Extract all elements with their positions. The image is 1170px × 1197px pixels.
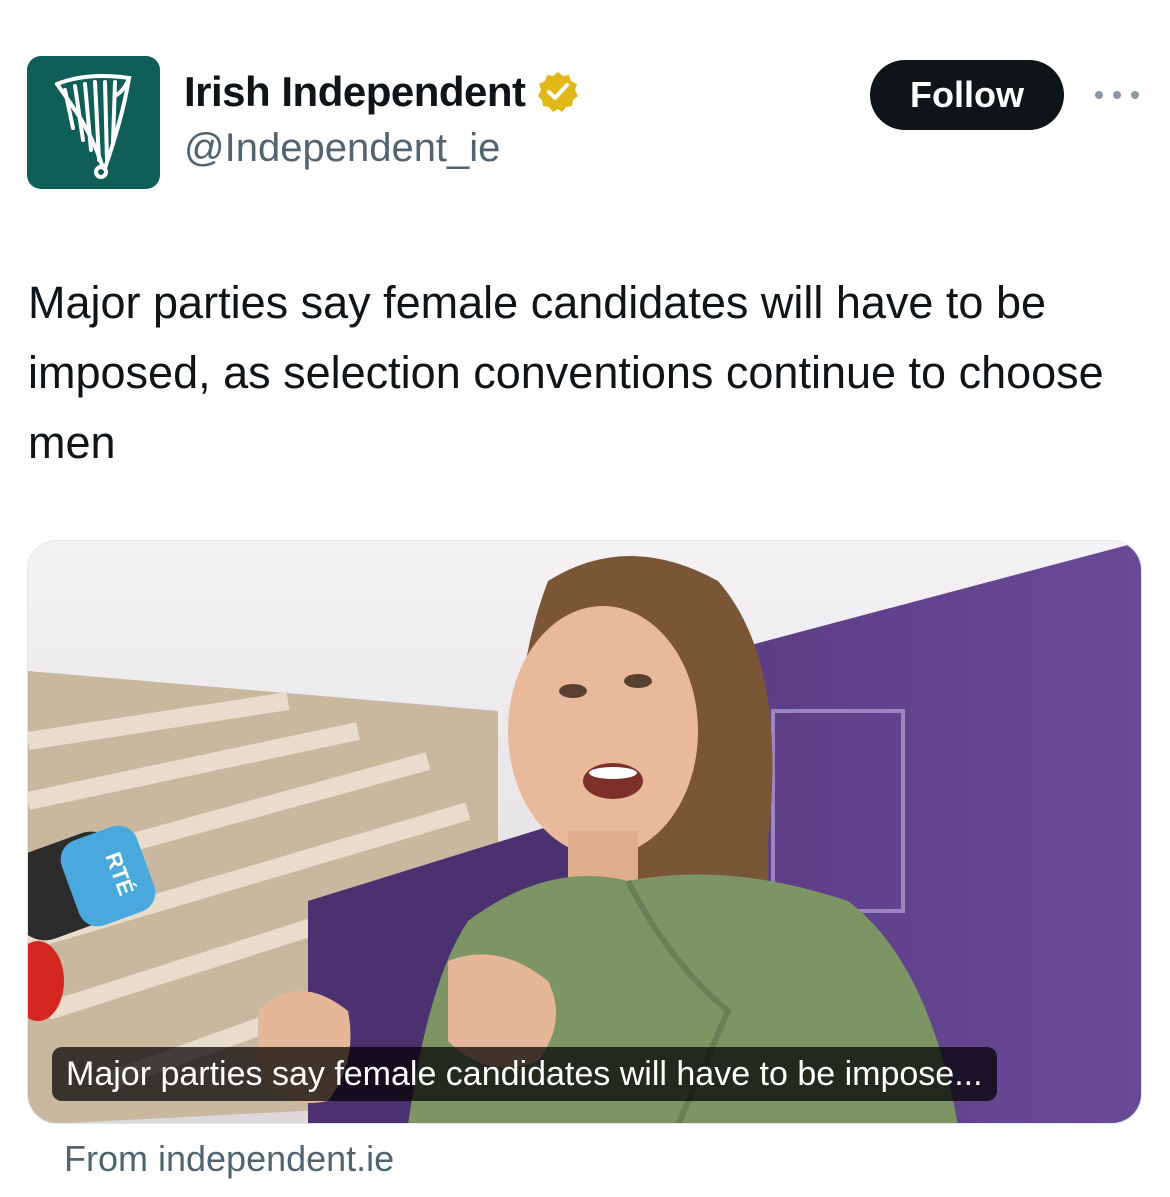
link-card[interactable]: RTÉ Major parties say female candidates … bbox=[27, 540, 1142, 1124]
more-dot bbox=[1113, 91, 1121, 99]
avatar[interactable] bbox=[27, 56, 160, 189]
more-options-icon[interactable] bbox=[1092, 82, 1142, 108]
tweet-header: Irish Independent @Independent_ie Follow bbox=[0, 0, 1170, 200]
more-dot bbox=[1095, 91, 1103, 99]
more-dot bbox=[1131, 91, 1139, 99]
follow-button[interactable]: Follow bbox=[870, 60, 1064, 130]
harp-logo-icon bbox=[55, 74, 132, 179]
card-caption[interactable]: Major parties say female candidates will… bbox=[52, 1047, 997, 1101]
account-handle[interactable]: @Independent_ie bbox=[184, 126, 500, 171]
card-source-link[interactable]: From independent.ie bbox=[64, 1138, 394, 1180]
tweet-text: Major parties say female candidates will… bbox=[28, 277, 1104, 468]
display-name[interactable]: Irish Independent bbox=[184, 68, 526, 116]
card-image: RTÉ bbox=[28, 541, 1141, 1123]
name-row: Irish Independent bbox=[184, 68, 580, 116]
verified-badge-icon bbox=[537, 72, 578, 112]
